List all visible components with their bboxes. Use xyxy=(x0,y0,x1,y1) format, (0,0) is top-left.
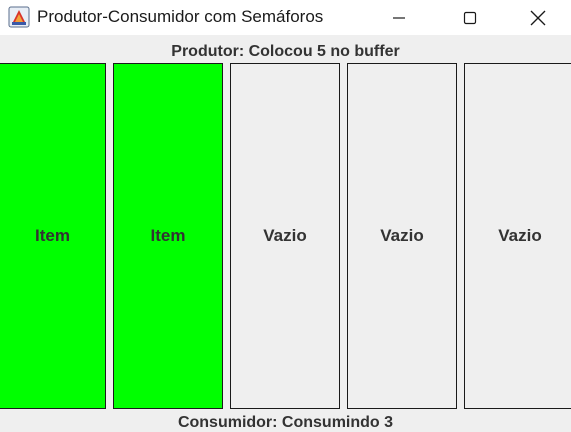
buffer-slot: Vazio xyxy=(230,63,340,409)
consumer-status-label: Consumidor: Consumindo 3 xyxy=(177,414,394,431)
java-app-icon xyxy=(8,6,30,28)
slot-label: Vazio xyxy=(380,226,424,245)
buffer-slot: Vazio xyxy=(347,63,457,409)
app-window: Produtor-Consumidor com Semáforos Produt… xyxy=(0,0,571,432)
buffer-slot: Item xyxy=(113,63,223,409)
window-title: Produtor-Consumidor com Semáforos xyxy=(37,7,324,26)
maximize-icon xyxy=(463,11,476,24)
close-button[interactable] xyxy=(505,0,571,35)
minimize-button[interactable] xyxy=(363,0,434,35)
buffer-panel: Item Item Vazio Vazio Vazio xyxy=(0,63,571,409)
producer-status-label: Produtor: Colocou 5 no buffer xyxy=(171,43,400,60)
buffer-slot: Item xyxy=(0,63,106,409)
close-icon xyxy=(530,10,546,25)
buffer-slot: Vazio xyxy=(464,63,571,409)
title-bar[interactable]: Produtor-Consumidor com Semáforos xyxy=(0,0,571,35)
slot-label: Item xyxy=(35,226,70,245)
minimize-icon xyxy=(392,16,405,19)
maximize-button[interactable] xyxy=(434,0,505,35)
slot-label: Vazio xyxy=(498,226,542,245)
slot-label: Item xyxy=(150,226,186,245)
slot-label: Vazio xyxy=(263,226,307,245)
